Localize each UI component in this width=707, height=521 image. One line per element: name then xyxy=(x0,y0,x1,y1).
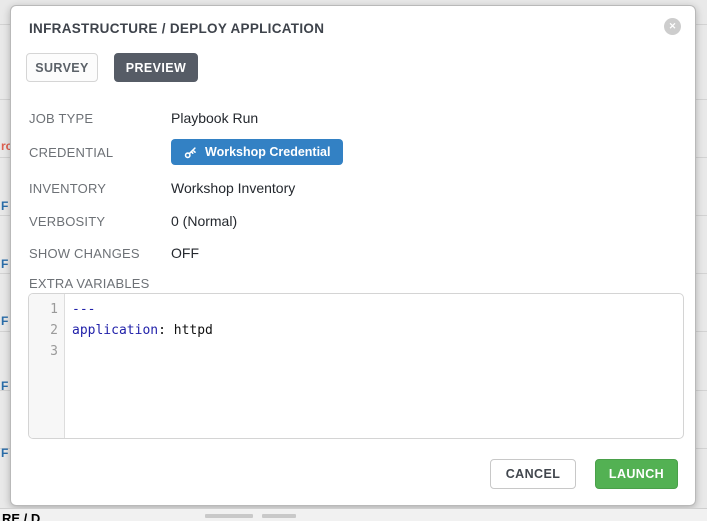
key-icon xyxy=(184,146,197,159)
background-clipped-text-ghost xyxy=(205,514,253,518)
background-clipped-text-fragment: F xyxy=(1,446,8,460)
show-changes-row: SHOW CHANGES OFF xyxy=(29,246,677,266)
deploy-application-modal: INFRASTRUCTURE / DEPLOY APPLICATION ✕ SU… xyxy=(10,5,696,506)
editor-code-line xyxy=(72,341,683,362)
editor-code-area: ---application: httpd xyxy=(65,294,683,438)
tab-survey[interactable]: SURVEY xyxy=(26,53,98,82)
credential-badge-label: Workshop Credential xyxy=(205,145,330,159)
show-changes-value: OFF xyxy=(171,245,199,261)
extra-variables-label: EXTRA VARIABLES xyxy=(29,276,150,291)
job-type-row: JOB TYPE Playbook Run xyxy=(29,111,677,131)
show-changes-label: SHOW CHANGES xyxy=(29,246,164,261)
background-bottom-row: RE / D xyxy=(0,508,707,521)
background-clipped-text-fragment: F xyxy=(1,199,8,213)
background-clipped-text-ghost xyxy=(262,514,296,518)
credential-badge[interactable]: Workshop Credential xyxy=(171,139,343,165)
cancel-button[interactable]: CANCEL xyxy=(490,459,576,489)
page-background: rcFFFFF RE / D INFRASTRUCTURE / DEPLOY A… xyxy=(0,0,707,521)
extra-variables-editor[interactable]: 123 ---application: httpd xyxy=(28,293,684,439)
verbosity-label: VERBOSITY xyxy=(29,214,164,229)
editor-line-numbers: 123 xyxy=(29,294,65,438)
editor-line-number: 1 xyxy=(29,299,58,320)
tab-preview[interactable]: PREVIEW xyxy=(114,53,198,82)
verbosity-row: VERBOSITY 0 (Normal) xyxy=(29,214,677,234)
credential-row: CREDENTIAL Workshop Credential xyxy=(29,145,677,165)
close-icon[interactable]: ✕ xyxy=(664,18,681,35)
job-type-value: Playbook Run xyxy=(171,110,258,126)
verbosity-value: 0 (Normal) xyxy=(171,213,237,229)
inventory-label: INVENTORY xyxy=(29,181,164,196)
background-clipped-link-text: RE / D xyxy=(2,511,40,521)
editor-line-number: 2 xyxy=(29,320,58,341)
background-clipped-text-fragment: F xyxy=(1,379,8,393)
background-clipped-text-fragment: F xyxy=(1,314,8,328)
credential-label: CREDENTIAL xyxy=(29,145,164,160)
launch-button[interactable]: LAUNCH xyxy=(595,459,678,489)
editor-code-line: --- xyxy=(72,299,683,320)
background-clipped-text-fragment: F xyxy=(1,257,8,271)
editor-code-line: application: httpd xyxy=(72,320,683,341)
job-type-label: JOB TYPE xyxy=(29,111,164,126)
inventory-value: Workshop Inventory xyxy=(171,180,295,196)
editor-line-number: 3 xyxy=(29,341,58,362)
inventory-row: INVENTORY Workshop Inventory xyxy=(29,181,677,201)
modal-title: INFRASTRUCTURE / DEPLOY APPLICATION xyxy=(29,21,324,36)
